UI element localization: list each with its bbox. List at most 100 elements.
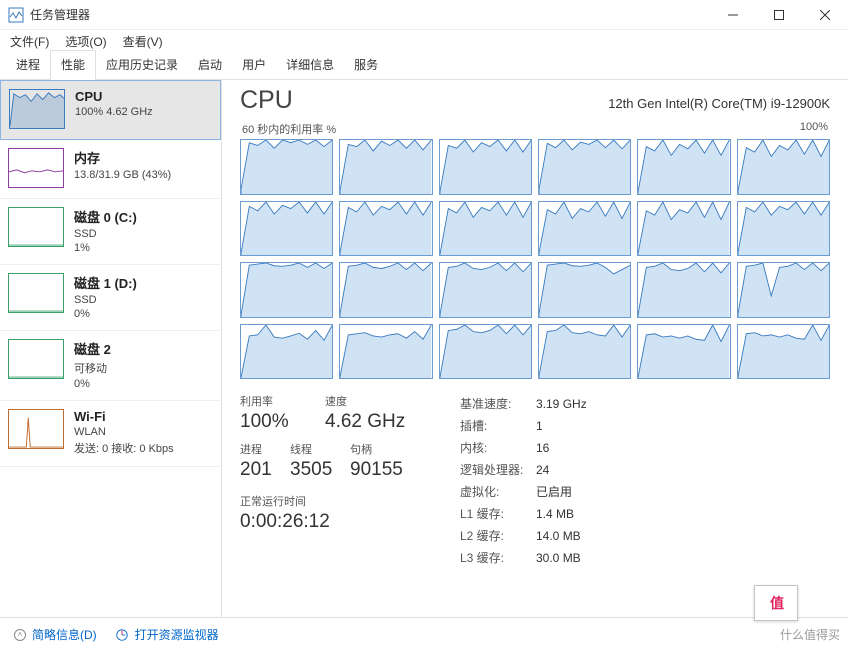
sidebar-sub: SSD bbox=[74, 228, 137, 240]
detail-val: 已启用 bbox=[536, 481, 572, 503]
sidebar-sub: 可移动 bbox=[74, 360, 111, 376]
core-12 bbox=[240, 262, 333, 318]
app-icon bbox=[8, 7, 24, 23]
tab-2[interactable]: 应用历史记录 bbox=[96, 51, 188, 79]
sidebar-item-d0[interactable]: 磁盘 0 (C:) SSD 1% bbox=[0, 199, 221, 265]
uptime-label: 正常运行时间 bbox=[240, 493, 420, 509]
detail-key: 基准速度: bbox=[460, 393, 530, 415]
tab-6[interactable]: 服务 bbox=[344, 51, 388, 79]
fewer-details-link[interactable]: ˄简略信息(D) bbox=[14, 626, 97, 643]
sidebar-sub: 100% 4.62 GHz bbox=[75, 106, 153, 118]
util-value: 100% bbox=[240, 411, 325, 433]
thumb-d0 bbox=[8, 207, 64, 247]
core-3 bbox=[538, 139, 631, 195]
thumb-d1 bbox=[8, 273, 64, 313]
thumb-cpu bbox=[9, 89, 65, 129]
detail-val: 14.0 MB bbox=[536, 525, 581, 547]
resource-monitor-link[interactable]: 打开资源监视器 bbox=[115, 626, 219, 643]
hnd-label: 句柄 bbox=[350, 441, 420, 457]
core-4 bbox=[637, 139, 730, 195]
sidebar-title: 磁盘 2 bbox=[74, 339, 111, 358]
detail-row-6: L2 缓存: 14.0 MB bbox=[460, 525, 587, 547]
tab-0[interactable]: 进程 bbox=[6, 51, 50, 79]
processor-name: 12th Gen Intel(R) Core(TM) i9-12900K bbox=[608, 96, 830, 111]
tab-bar: 进程性能应用历史记录启动用户详细信息服务 bbox=[0, 52, 848, 80]
detail-val: 1 bbox=[536, 415, 543, 437]
maximize-button[interactable] bbox=[756, 0, 802, 30]
core-6 bbox=[240, 201, 333, 257]
window-title: 任务管理器 bbox=[30, 6, 710, 23]
sidebar-item-d1[interactable]: 磁盘 1 (D:)SSD0% bbox=[0, 265, 221, 331]
sidebar: CPU100% 4.62 GHz内存13.8/31.9 GB (43%)磁盘 0… bbox=[0, 80, 222, 617]
tab-5[interactable]: 详细信息 bbox=[276, 51, 344, 79]
core-22 bbox=[637, 324, 730, 380]
detail-val: 30.0 MB bbox=[536, 547, 581, 569]
sidebar-sub2: 0% bbox=[74, 378, 111, 390]
thumb-d2 bbox=[8, 339, 64, 379]
uptime-value: 0:00:26:12 bbox=[240, 511, 420, 533]
core-17 bbox=[737, 262, 830, 318]
tab-4[interactable]: 用户 bbox=[232, 51, 276, 79]
main-panel: CPU 12th Gen Intel(R) Core(TM) i9-12900K… bbox=[222, 80, 848, 617]
core-16 bbox=[637, 262, 730, 318]
sidebar-sub: 13.8/31.9 GB (43%) bbox=[74, 169, 171, 181]
detail-column: 基准速度:3.19 GHz插槽:1内核:16逻辑处理器:24虚拟化:已启用L1 … bbox=[460, 393, 587, 569]
core-5 bbox=[737, 139, 830, 195]
graph-label-left: 60 秒内的利用率 % bbox=[242, 121, 336, 137]
thumb-wifi bbox=[8, 409, 64, 449]
cpu-heading: CPU bbox=[240, 86, 293, 115]
sidebar-sub2: 1% bbox=[74, 242, 137, 254]
sidebar-item-cpu[interactable]: CPU 100% 4.62 GHz bbox=[0, 80, 221, 140]
detail-key: L2 缓存: bbox=[460, 525, 530, 547]
menu-bar: 文件(F) 选项(O) 查看(V) bbox=[0, 30, 848, 52]
core-18 bbox=[240, 324, 333, 380]
resource-monitor-icon bbox=[115, 628, 129, 642]
sidebar-title: CPU bbox=[75, 89, 153, 104]
core-23 bbox=[737, 324, 830, 380]
proc-label: 进程 bbox=[240, 441, 290, 457]
core-8 bbox=[439, 201, 532, 257]
thr-label: 线程 bbox=[290, 441, 350, 457]
close-button[interactable] bbox=[802, 0, 848, 30]
core-20 bbox=[439, 324, 532, 380]
detail-row-0: 基准速度: 3.19 GHz bbox=[460, 393, 587, 415]
menu-options[interactable]: 选项(O) bbox=[65, 33, 106, 50]
thumb-mem bbox=[8, 148, 64, 188]
core-21 bbox=[538, 324, 631, 380]
core-15 bbox=[538, 262, 631, 318]
detail-key: 内核: bbox=[460, 437, 530, 459]
detail-key: 插槽: bbox=[460, 415, 530, 437]
menu-view[interactable]: 查看(V) bbox=[123, 33, 163, 50]
detail-key: 逻辑处理器: bbox=[460, 459, 530, 481]
sidebar-title: 磁盘 0 (C:) bbox=[74, 207, 137, 226]
sidebar-sub: WLAN bbox=[74, 426, 174, 438]
core-grid[interactable] bbox=[240, 139, 830, 379]
tab-3[interactable]: 启动 bbox=[188, 51, 232, 79]
core-13 bbox=[339, 262, 432, 318]
sidebar-item-d2[interactable]: 磁盘 2 可移动 0% bbox=[0, 331, 221, 401]
detail-val: 16 bbox=[536, 437, 549, 459]
tab-1[interactable]: 性能 bbox=[50, 50, 96, 80]
sidebar-sub2: 0% bbox=[74, 308, 137, 320]
core-1 bbox=[339, 139, 432, 195]
core-2 bbox=[439, 139, 532, 195]
sidebar-item-wifi[interactable]: Wi-Fi WLAN 发送: 0 接收: 0 Kbps bbox=[0, 401, 221, 467]
detail-val: 3.19 GHz bbox=[536, 393, 587, 415]
detail-val: 24 bbox=[536, 459, 549, 481]
detail-row-3: 逻辑处理器: 24 bbox=[460, 459, 587, 481]
menu-file[interactable]: 文件(F) bbox=[10, 33, 49, 50]
sidebar-sub2: 发送: 0 接收: 0 Kbps bbox=[74, 440, 174, 456]
detail-key: L1 缓存: bbox=[460, 503, 530, 525]
core-19 bbox=[339, 324, 432, 380]
speed-label: 速度 bbox=[325, 393, 425, 409]
minimize-button[interactable] bbox=[710, 0, 756, 30]
core-7 bbox=[339, 201, 432, 257]
core-9 bbox=[538, 201, 631, 257]
sidebar-title: Wi-Fi bbox=[74, 409, 174, 424]
sidebar-item-mem[interactable]: 内存13.8/31.9 GB (43%) bbox=[0, 140, 221, 199]
proc-value: 201 bbox=[240, 459, 290, 481]
detail-row-2: 内核: 16 bbox=[460, 437, 587, 459]
core-11 bbox=[737, 201, 830, 257]
detail-val: 1.4 MB bbox=[536, 503, 574, 525]
core-10 bbox=[637, 201, 730, 257]
